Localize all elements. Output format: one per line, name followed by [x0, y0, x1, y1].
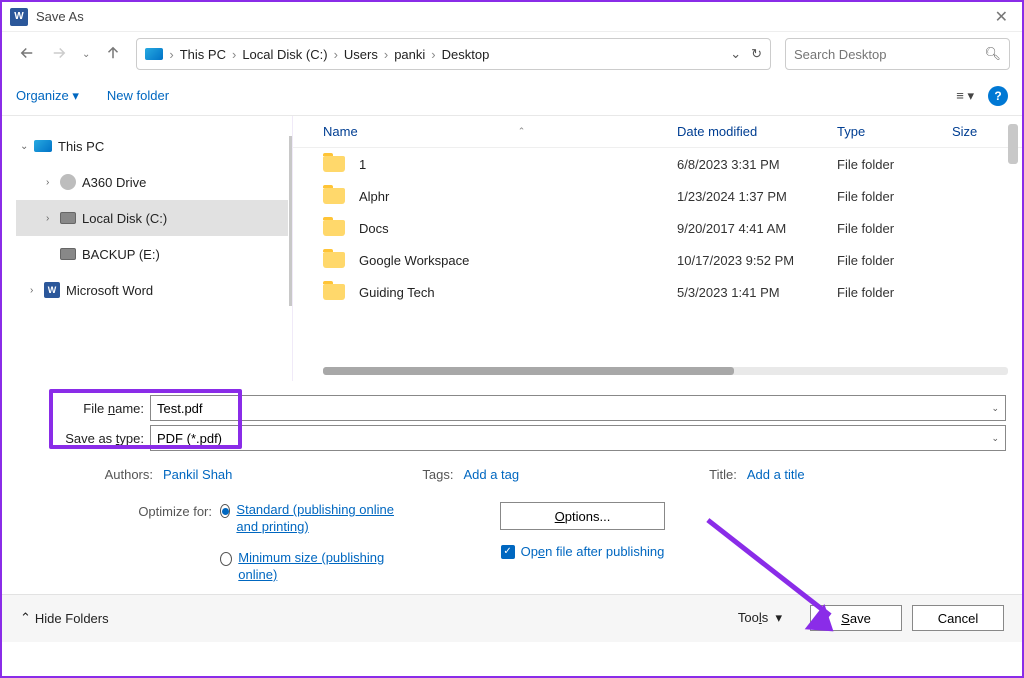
optimize-label: Optimize for: — [52, 502, 220, 584]
optimize-standard-radio[interactable]: Standard (publishing online and printing… — [220, 502, 400, 536]
toolbar: Organize ▾ New folder ≡ ▾ ? — [2, 76, 1022, 116]
filename-label: File name: — [52, 401, 150, 416]
word-app-icon: W — [10, 8, 28, 26]
address-bar[interactable]: › This PC› Local Disk (C:)› Users› panki… — [136, 38, 771, 70]
chevron-up-icon: ⌃ — [20, 610, 31, 626]
file-row[interactable]: Google Workspace10/17/2023 9:52 PMFile f… — [293, 244, 1022, 276]
file-row[interactable]: 16/8/2023 3:31 PMFile folder — [293, 148, 1022, 180]
back-icon[interactable] — [18, 44, 36, 65]
folder-icon — [323, 252, 345, 268]
file-row[interactable]: Alphr1/23/2024 1:37 PMFile folder — [293, 180, 1022, 212]
save-button[interactable]: Save — [810, 605, 902, 631]
folder-tree: ⌄This PC ›A360 Drive ›Local Disk (C:) BA… — [2, 116, 292, 381]
refresh-icon[interactable]: ↻ — [751, 46, 762, 62]
file-scrollbar[interactable] — [1008, 124, 1018, 164]
tree-item[interactable]: BACKUP (E:) — [16, 236, 288, 272]
search-icon[interactable]: 🔍︎ — [984, 46, 1001, 62]
file-row[interactable]: Guiding Tech5/3/2023 1:41 PMFile folder — [293, 276, 1022, 308]
pc-icon — [145, 48, 163, 60]
filetype-label: Save as type: — [52, 431, 150, 446]
tools-dropdown[interactable]: Tools ▾ — [738, 610, 782, 626]
forward-icon[interactable] — [50, 44, 68, 65]
nav-row: ⌄ › This PC› Local Disk (C:)› Users› pan… — [2, 32, 1022, 76]
authors-label: Authors: — [52, 467, 153, 482]
authors-value[interactable]: Pankil Shah — [163, 467, 232, 482]
file-row[interactable]: Docs9/20/2017 4:41 AMFile folder — [293, 212, 1022, 244]
checked-icon: ✓ — [501, 545, 515, 559]
breadcrumb-item[interactable]: panki — [394, 47, 425, 62]
search-box[interactable]: 🔍︎ — [785, 38, 1010, 70]
folder-icon — [323, 156, 345, 172]
recent-dropdown-icon[interactable]: ⌄ — [82, 49, 90, 60]
sort-caret-icon: ⌃ — [518, 126, 526, 137]
search-input[interactable] — [794, 47, 984, 62]
folder-icon — [323, 284, 345, 300]
a360-icon — [60, 174, 76, 190]
tree-item[interactable]: ›WMicrosoft Word — [16, 272, 288, 308]
cancel-button[interactable]: Cancel — [912, 605, 1004, 631]
close-icon[interactable]: ✕ — [989, 7, 1014, 27]
main-area: ⌄This PC ›A360 Drive ›Local Disk (C:) BA… — [2, 116, 1022, 381]
title-label: Title: — [709, 467, 737, 482]
dialog-title: Save As — [36, 9, 84, 24]
help-icon[interactable]: ? — [988, 86, 1008, 106]
form-area: File name: Test.pdf⌄ Save as type: PDF (… — [2, 381, 1022, 594]
titlebar: W Save As ✕ — [2, 2, 1022, 32]
up-icon[interactable] — [104, 44, 122, 65]
file-list: Name⌃ Date modified Type Size 16/8/2023 … — [292, 116, 1022, 381]
tree-item[interactable]: ›A360 Drive — [16, 164, 288, 200]
word-icon: W — [44, 282, 60, 298]
horizontal-scrollbar[interactable] — [323, 367, 1008, 375]
drive-icon — [60, 248, 76, 260]
hide-folders-button[interactable]: ⌃Hide Folders — [20, 610, 109, 626]
chevron-down-icon[interactable]: ⌄ — [730, 46, 741, 62]
view-list-icon[interactable]: ≡ ▾ — [956, 88, 974, 104]
drive-icon — [60, 212, 76, 224]
breadcrumb-item[interactable]: Users — [344, 47, 378, 62]
radio-checked-icon — [220, 504, 230, 518]
tree-root[interactable]: ⌄This PC — [16, 128, 288, 164]
column-headers[interactable]: Name⌃ Date modified Type Size — [293, 116, 1022, 148]
open-after-checkbox[interactable]: ✓Open file after publishing — [501, 544, 665, 559]
tags-value[interactable]: Add a tag — [463, 467, 519, 482]
folder-icon — [323, 220, 345, 236]
filename-input[interactable]: Test.pdf⌄ — [150, 395, 1006, 421]
folder-icon — [323, 188, 345, 204]
tree-item[interactable]: ›Local Disk (C:) — [16, 200, 288, 236]
tags-label: Tags: — [422, 467, 453, 482]
filetype-select[interactable]: PDF (*.pdf)⌄ — [150, 425, 1006, 451]
options-button[interactable]: Options... — [500, 502, 665, 530]
button-bar: ⌃Hide Folders Tools ▾ Save Cancel — [2, 594, 1022, 642]
organize-button[interactable]: Organize ▾ — [16, 88, 79, 104]
optimize-minimum-radio[interactable]: Minimum size (publishing online) — [220, 550, 400, 584]
breadcrumb-item[interactable]: Local Disk (C:) — [242, 47, 327, 62]
title-value[interactable]: Add a title — [747, 467, 805, 482]
breadcrumb-item[interactable]: This PC — [180, 47, 226, 62]
breadcrumb-item[interactable]: Desktop — [442, 47, 490, 62]
new-folder-button[interactable]: New folder — [107, 88, 169, 103]
radio-unchecked-icon — [220, 552, 232, 566]
